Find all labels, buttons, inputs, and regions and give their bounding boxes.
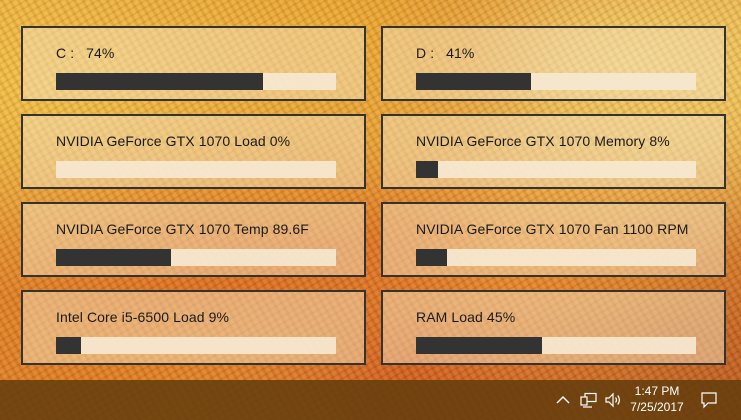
volume-icon[interactable] [602,390,624,410]
progress-track [416,337,696,354]
network-icon[interactable] [578,390,600,410]
widget-label: NVIDIA GeForce GTX 1070 Load 0% [56,133,291,149]
progress-fill [56,337,82,354]
system-clock[interactable]: 1:47 PM 7/25/2017 [622,383,692,415]
progress-track [56,337,336,354]
widget-label: RAM Load 45% [416,309,516,325]
progress-track [416,161,696,178]
progress-track [56,161,336,178]
clock-time: 1:47 PM [634,384,680,398]
notification-icon[interactable] [698,390,720,410]
widget-label: NVIDIA GeForce GTX 1070 Memory 8% [416,133,670,149]
progress-fill [56,249,171,266]
widget-ram-load[interactable]: RAM Load 45% [381,290,726,365]
widget-label: C : 74% [56,45,115,61]
widget-label: Intel Core i5-6500 Load 9% [56,309,230,325]
progress-track [56,73,336,90]
taskbar: 1:47 PM 7/25/2017 [0,380,741,420]
progress-fill [416,73,531,90]
widget-drive-d[interactable]: D : 41% [381,26,726,101]
progress-track [416,249,696,266]
widget-cpu-load[interactable]: Intel Core i5-6500 Load 9% [21,290,366,365]
progress-fill [416,161,439,178]
widget-label: NVIDIA GeForce GTX 1070 Temp 89.6F [56,221,309,237]
progress-fill [416,249,447,266]
widget-gpu-fan[interactable]: NVIDIA GeForce GTX 1070 Fan 1100 RPM [381,202,726,277]
progress-track [56,249,336,266]
progress-fill [416,337,542,354]
widget-gpu-load[interactable]: NVIDIA GeForce GTX 1070 Load 0% [21,114,366,189]
widget-label: D : 41% [416,45,475,61]
progress-track [416,73,696,90]
chevron-up-icon[interactable] [553,390,573,410]
widget-drive-c[interactable]: C : 74% [21,26,366,101]
widget-gpu-memory[interactable]: NVIDIA GeForce GTX 1070 Memory 8% [381,114,726,189]
clock-date: 7/25/2017 [630,400,684,414]
widget-label: NVIDIA GeForce GTX 1070 Fan 1100 RPM [416,221,689,237]
widget-gpu-temp[interactable]: NVIDIA GeForce GTX 1070 Temp 89.6F [21,202,366,277]
progress-fill [56,73,264,90]
